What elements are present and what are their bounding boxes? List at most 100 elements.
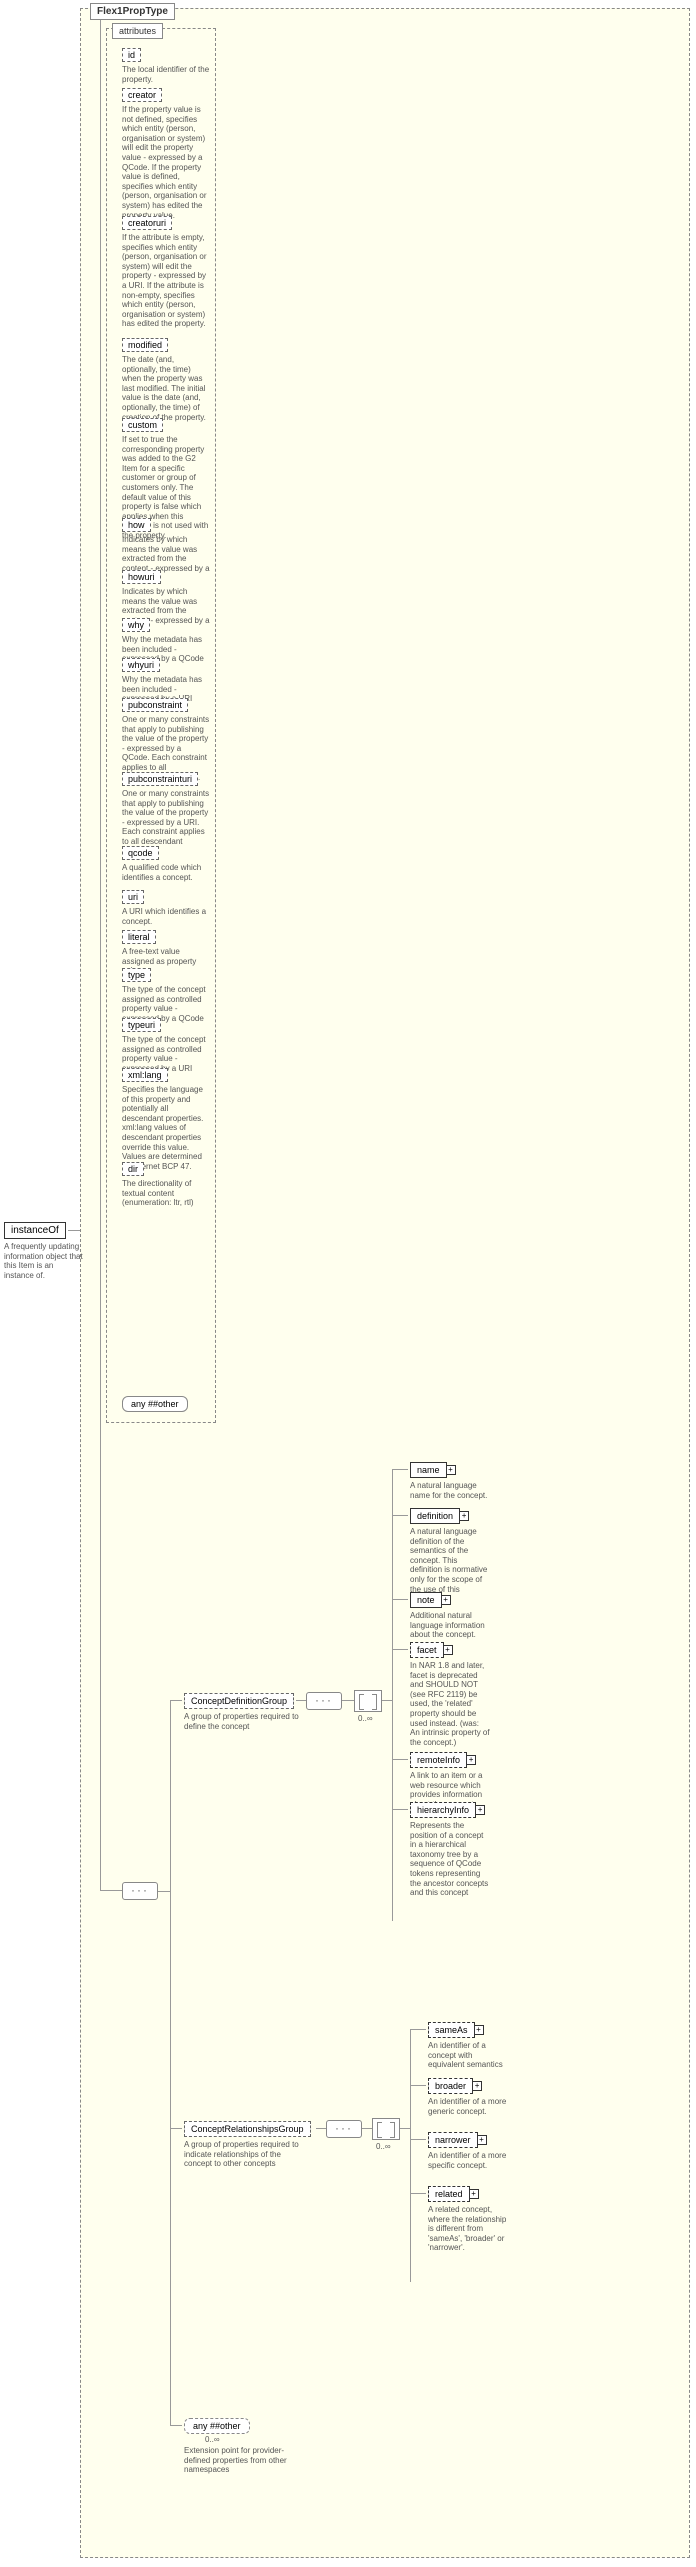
element-box[interactable]: sameAs <box>428 2022 475 2038</box>
connector <box>68 1230 80 1231</box>
group-desc: A group of properties required to indica… <box>184 2140 304 2169</box>
sequence-compositor <box>326 2120 362 2138</box>
instanceof-desc: A frequently updating information object… <box>4 1242 84 1280</box>
attribute-pubconstraint: pubconstraintOne or many constraints tha… <box>122 698 210 782</box>
element-hierarchyInfo: hierarchyInfo Represents the position of … <box>410 1802 490 1898</box>
connector <box>392 1759 408 1760</box>
group-box[interactable]: ConceptDefinitionGroup <box>184 1693 294 1709</box>
connector <box>410 2085 426 2086</box>
group-label: ConceptDefinitionGroup <box>191 1696 287 1706</box>
attribute-name[interactable]: typeuri <box>122 1018 161 1032</box>
element-remoteInfo: remoteInfoA link to an item or a web res… <box>410 1752 490 1809</box>
attribute-name[interactable]: how <box>122 518 151 532</box>
attribute-name[interactable]: whyuri <box>122 658 160 672</box>
element-box[interactable]: hierarchyInfo <box>410 1802 476 1818</box>
connector <box>170 1700 171 2425</box>
attribute-name[interactable]: modified <box>122 338 168 352</box>
attribute-name[interactable]: creator <box>122 88 162 102</box>
attribute-qcode: qcode A qualified code which identifies a… <box>122 846 210 882</box>
attribute-desc: A qualified code which identifies a conc… <box>122 863 210 882</box>
any-other-desc: Extension point for provider-defined pro… <box>184 2446 294 2475</box>
connector <box>392 1469 408 1470</box>
element-narrower: narrower An identifier of a more specific… <box>428 2132 508 2170</box>
element-box[interactable]: name <box>410 1462 447 1478</box>
attribute-desc: If the attribute is empty, specifies whi… <box>122 233 210 329</box>
sequence-compositor <box>306 1692 342 1710</box>
cardinality: 0..∞ <box>376 2142 391 2151</box>
element-box[interactable]: definition <box>410 1508 460 1524</box>
connector <box>392 1469 393 1921</box>
attribute-name[interactable]: type <box>122 968 151 982</box>
element-desc: An identifier of a more generic concept. <box>428 2097 508 2116</box>
attribute-name[interactable]: custom <box>122 418 163 432</box>
connector <box>296 1700 306 1701</box>
connector <box>342 1700 354 1701</box>
element-desc: Represents the position of a concept in … <box>410 1821 490 1898</box>
element-desc: An identifier of a concept with equivale… <box>428 2041 508 2070</box>
element-definition: definitionA natural language definition … <box>410 1508 490 1604</box>
attribute-name[interactable]: literal <box>122 930 156 944</box>
connector <box>316 2128 326 2129</box>
element-sameAs: sameAs An identifier of a concept with eq… <box>428 2022 508 2070</box>
attribute-desc: Specifies the language of this property … <box>122 1085 210 1171</box>
attributes-any-other: any ##other <box>122 1396 188 1412</box>
concept-relationships-group: ConceptRelationshipsGroup A group of pro… <box>184 2121 311 2169</box>
attribute-creatoruri: creatoruri If the attribute is empty, spe… <box>122 216 210 329</box>
connector <box>170 2425 182 2426</box>
attribute-desc: If the property value is not defined, sp… <box>122 105 210 220</box>
element-box[interactable]: related <box>428 2186 470 2202</box>
connector <box>392 1515 408 1516</box>
attribute-xml:lang: xml:lang Specifies the language of this p… <box>122 1068 210 1171</box>
attribute-type: typeThe type of the concept assigned as … <box>122 968 210 1023</box>
group-box[interactable]: ConceptRelationshipsGroup <box>184 2121 311 2137</box>
attribute-typeuri: typeuriThe type of the concept assigned … <box>122 1018 210 1073</box>
element-box[interactable]: facet <box>410 1642 444 1658</box>
attribute-name[interactable]: uri <box>122 890 144 904</box>
element-note: note Additional natural language informat… <box>410 1592 490 1640</box>
attribute-pubconstrainturi: pubconstrainturiOne or many constraints … <box>122 772 210 856</box>
element-facet: facetIn NAR 1.8 and later, facet is depr… <box>410 1642 490 1747</box>
attribute-name[interactable]: pubconstraint <box>122 698 188 712</box>
sequence-compositor <box>122 1882 158 1900</box>
attribute-modified: modifiedThe date (and, optionally, the t… <box>122 338 210 422</box>
connector <box>382 1700 392 1701</box>
attribute-name[interactable]: id <box>122 48 141 62</box>
connector <box>158 1891 170 1892</box>
attribute-name[interactable]: pubconstrainturi <box>122 772 198 786</box>
connector <box>410 2030 411 2282</box>
attributes-title: attributes <box>112 23 163 39</box>
cardinality: 0..∞ <box>358 1714 373 1723</box>
connector <box>392 1599 408 1600</box>
attribute-name[interactable]: why <box>122 618 150 632</box>
element-box[interactable]: remoteInfo <box>410 1752 467 1768</box>
element-box[interactable]: note <box>410 1592 442 1608</box>
connector <box>410 2193 426 2194</box>
attribute-name[interactable]: howuri <box>122 570 161 584</box>
attribute-name[interactable]: dir <box>122 1162 144 1176</box>
group-desc: A group of properties required to define… <box>184 1712 304 1731</box>
group-label: ConceptRelationshipsGroup <box>191 2124 304 2134</box>
element-box[interactable]: broader <box>428 2078 473 2094</box>
choice-compositor <box>372 2118 400 2140</box>
connector <box>170 2128 182 2129</box>
connector <box>392 1809 408 1810</box>
concept-definition-group: ConceptDefinitionGroup A group of proper… <box>184 1693 304 1731</box>
attribute-name[interactable]: creatoruri <box>122 216 172 230</box>
attribute-name[interactable]: xml:lang <box>122 1068 168 1082</box>
instanceof-label: instanceOf <box>11 1225 59 1236</box>
attribute-name[interactable]: qcode <box>122 846 159 860</box>
connector <box>170 1700 182 1701</box>
element-box[interactable]: narrower <box>428 2132 478 2148</box>
element-desc: A related concept, where the relationshi… <box>428 2205 508 2253</box>
attribute-creator: creator If the property value is not defi… <box>122 88 210 220</box>
attribute-why: whyWhy the metadata has been included - … <box>122 618 210 664</box>
element-desc: An identifier of a more specific concept… <box>428 2151 508 2170</box>
element-broader: broader An identifier of a more generic c… <box>428 2078 508 2116</box>
element-desc: A natural language name for the concept. <box>410 1481 490 1500</box>
attribute-desc: The local identifier of the property. <box>122 65 210 84</box>
connector <box>392 1649 408 1650</box>
choice-compositor <box>354 1690 382 1712</box>
connector <box>100 1890 122 1891</box>
instanceof-element[interactable]: instanceOf <box>4 1222 66 1239</box>
element-desc: Additional natural language information … <box>410 1611 490 1640</box>
